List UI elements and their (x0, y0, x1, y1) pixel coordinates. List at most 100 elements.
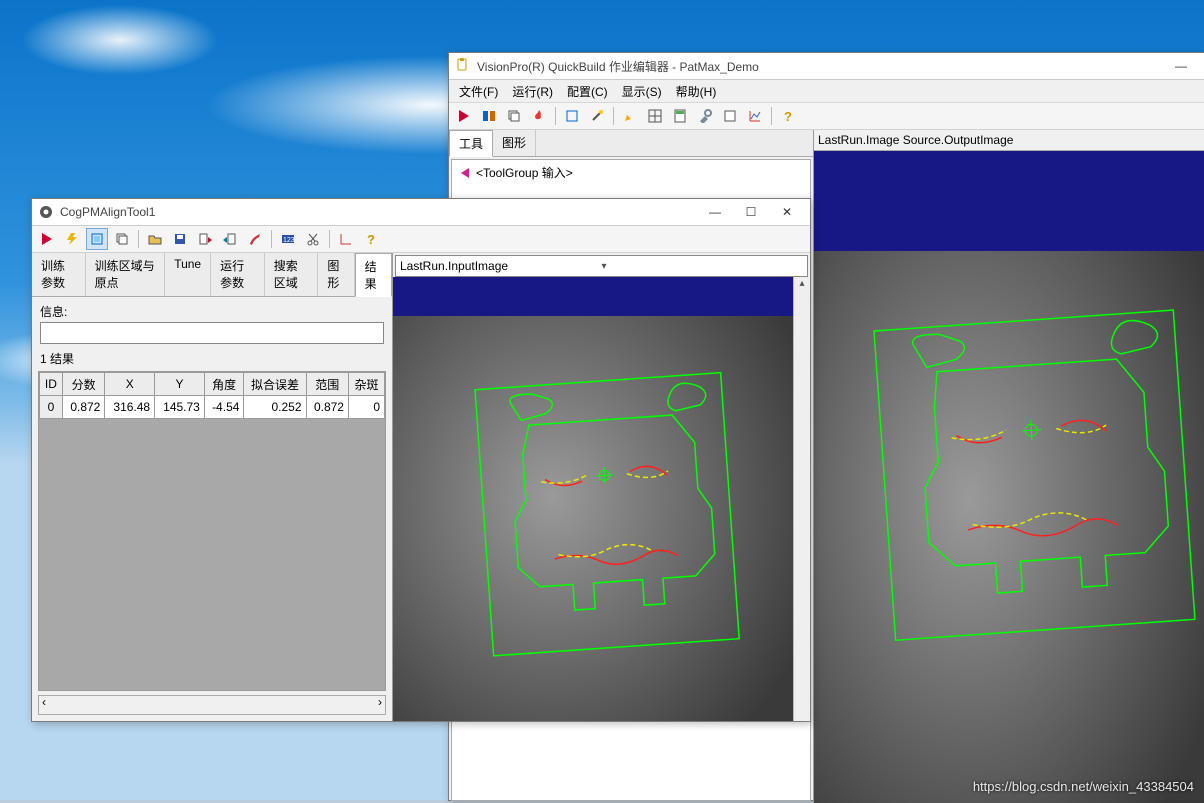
region-icon[interactable] (86, 228, 108, 250)
separator (329, 230, 330, 248)
select-icon[interactable] (561, 105, 583, 127)
separator (555, 107, 556, 125)
quickbuild-titlebar[interactable]: VisionPro(R) QuickBuild 作业编辑器 - PatMax_D… (449, 53, 1204, 80)
play-icon[interactable] (453, 105, 475, 127)
table-row[interactable]: 00.872316.48145.73-4.540.2520.8720 (40, 396, 385, 419)
tab-train-region[interactable]: 训练区域与原点 (86, 253, 166, 296)
copy-icon[interactable] (503, 105, 525, 127)
info-label: 信息: (40, 303, 384, 320)
table-cell: 0.252 (244, 396, 306, 419)
table-cell: -4.54 (204, 396, 244, 419)
cog-tabs: 训练参数 训练区域与原点 Tune 运行参数 搜索区域 图形 结果 (32, 253, 392, 297)
tool-icon (38, 204, 54, 220)
number-icon[interactable]: 123 (277, 228, 299, 250)
grid-icon[interactable] (644, 105, 666, 127)
copy-icon[interactable] (111, 228, 133, 250)
table-header[interactable]: ID (40, 373, 63, 396)
chevron-down-icon: ▾ (602, 261, 804, 272)
info-field[interactable] (40, 322, 384, 344)
separator (138, 230, 139, 248)
cog-left-pane: 训练参数 训练区域与原点 Tune 运行参数 搜索区域 图形 结果 信息: 1 … (32, 253, 393, 721)
scroll-up-icon[interactable]: ▴ (794, 277, 810, 293)
tab-graphics[interactable]: 图形 (318, 253, 354, 296)
image-selector-dropdown[interactable]: LastRun.InputImage ▾ (395, 255, 808, 277)
table-cell: 0 (348, 396, 384, 419)
maximize-button[interactable]: ☐ (734, 202, 768, 222)
quickbuild-right-pane: LastRun.Image Source.OutputImage (814, 130, 1204, 803)
horizontal-scrollbar[interactable] (38, 695, 386, 715)
minimize-button[interactable]: — (1164, 56, 1198, 76)
tree-item-label: <ToolGroup 输入> (476, 164, 573, 181)
measure-icon[interactable] (335, 228, 357, 250)
tab-results[interactable]: 结果 (355, 253, 392, 297)
menu-help[interactable]: 帮助(H) (670, 81, 723, 102)
table-header[interactable]: 杂斑 (348, 373, 384, 396)
tree-item-toolgroup[interactable]: <ToolGroup 输入> (458, 164, 804, 181)
tab-search-region[interactable]: 搜索区域 (265, 253, 319, 296)
output-image-title: LastRun.Image Source.OutputImage (814, 130, 1204, 151)
tab-tools[interactable]: 工具 (449, 130, 493, 157)
menu-file[interactable]: 文件(F) (453, 81, 504, 102)
settings-icon[interactable] (719, 105, 741, 127)
table-header[interactable]: 分数 (62, 373, 104, 396)
grid-empty-area (39, 419, 385, 690)
play-icon[interactable] (36, 228, 58, 250)
table-cell: 0 (40, 396, 63, 419)
open-icon[interactable] (144, 228, 166, 250)
save-icon[interactable] (169, 228, 191, 250)
separator (771, 107, 772, 125)
cog-titlebar[interactable]: CogPMAlignTool1 — ☐ ✕ (32, 199, 810, 226)
results-grid[interactable]: ID分数XY角度拟合误差范围杂斑 00.872316.48145.73-4.54… (38, 371, 386, 691)
export-icon[interactable] (219, 228, 241, 250)
help-icon[interactable]: ? (360, 228, 382, 250)
vertical-scrollbar[interactable]: ▴ (793, 277, 810, 721)
tab-train-params[interactable]: 训练参数 (32, 253, 86, 296)
menu-run[interactable]: 运行(R) (506, 81, 559, 102)
edit-icon[interactable] (619, 105, 641, 127)
watermark-text: https://blog.csdn.net/weixin_43384504 (973, 779, 1194, 794)
svg-text:?: ? (784, 109, 792, 123)
table-header[interactable]: 角度 (204, 373, 244, 396)
cog-toolbar: 123 ? (32, 226, 810, 253)
import-icon[interactable] (194, 228, 216, 250)
separator (271, 230, 272, 248)
table-header[interactable]: 拟合误差 (244, 373, 306, 396)
svg-text:?: ? (367, 232, 375, 246)
wand-icon[interactable] (586, 105, 608, 127)
quickbuild-toolbar: ? (449, 103, 1204, 130)
fire-icon[interactable] (528, 105, 550, 127)
svg-text:123: 123 (283, 237, 295, 244)
tab-tune[interactable]: Tune (165, 253, 211, 296)
quickbuild-title: VisionPro(R) QuickBuild 作业编辑器 - PatMax_D… (477, 58, 1164, 75)
calc-icon[interactable] (669, 105, 691, 127)
cog-right-pane: LastRun.InputImage ▾ (393, 253, 810, 721)
tab-graphics[interactable]: 图形 (493, 130, 536, 156)
cut-icon[interactable] (302, 228, 324, 250)
bolt-icon[interactable] (61, 228, 83, 250)
panel-icon[interactable] (478, 105, 500, 127)
minimize-button[interactable]: — (698, 202, 732, 222)
table-cell: 0.872 (306, 396, 348, 419)
tools-icon[interactable] (694, 105, 716, 127)
table-header[interactable]: X (105, 373, 155, 396)
separator (613, 107, 614, 125)
results-table: ID分数XY角度拟合误差范围杂斑 00.872316.48145.73-4.54… (39, 372, 385, 419)
vision-input-image (393, 277, 793, 721)
brush-icon[interactable] (244, 228, 266, 250)
menu-config[interactable]: 配置(C) (561, 81, 614, 102)
menu-show[interactable]: 显示(S) (616, 81, 668, 102)
app-icon (455, 58, 471, 74)
table-cell: 0.872 (62, 396, 104, 419)
tab-run-params[interactable]: 运行参数 (211, 253, 265, 296)
cogpmalign-window: CogPMAlignTool1 — ☐ ✕ 123 ? 训练参数 训练区域与原点… (31, 198, 811, 722)
table-header[interactable]: Y (155, 373, 205, 396)
help-icon[interactable]: ? (777, 105, 799, 127)
table-header[interactable]: 范围 (306, 373, 348, 396)
close-button[interactable]: ✕ (770, 202, 804, 222)
input-image-viewer[interactable] (393, 277, 793, 721)
output-image-viewer[interactable] (814, 151, 1204, 803)
arrow-left-icon (458, 166, 472, 180)
vision-output-image (814, 151, 1204, 803)
chart-icon[interactable] (744, 105, 766, 127)
left-tabs: 工具 图形 (449, 130, 813, 157)
